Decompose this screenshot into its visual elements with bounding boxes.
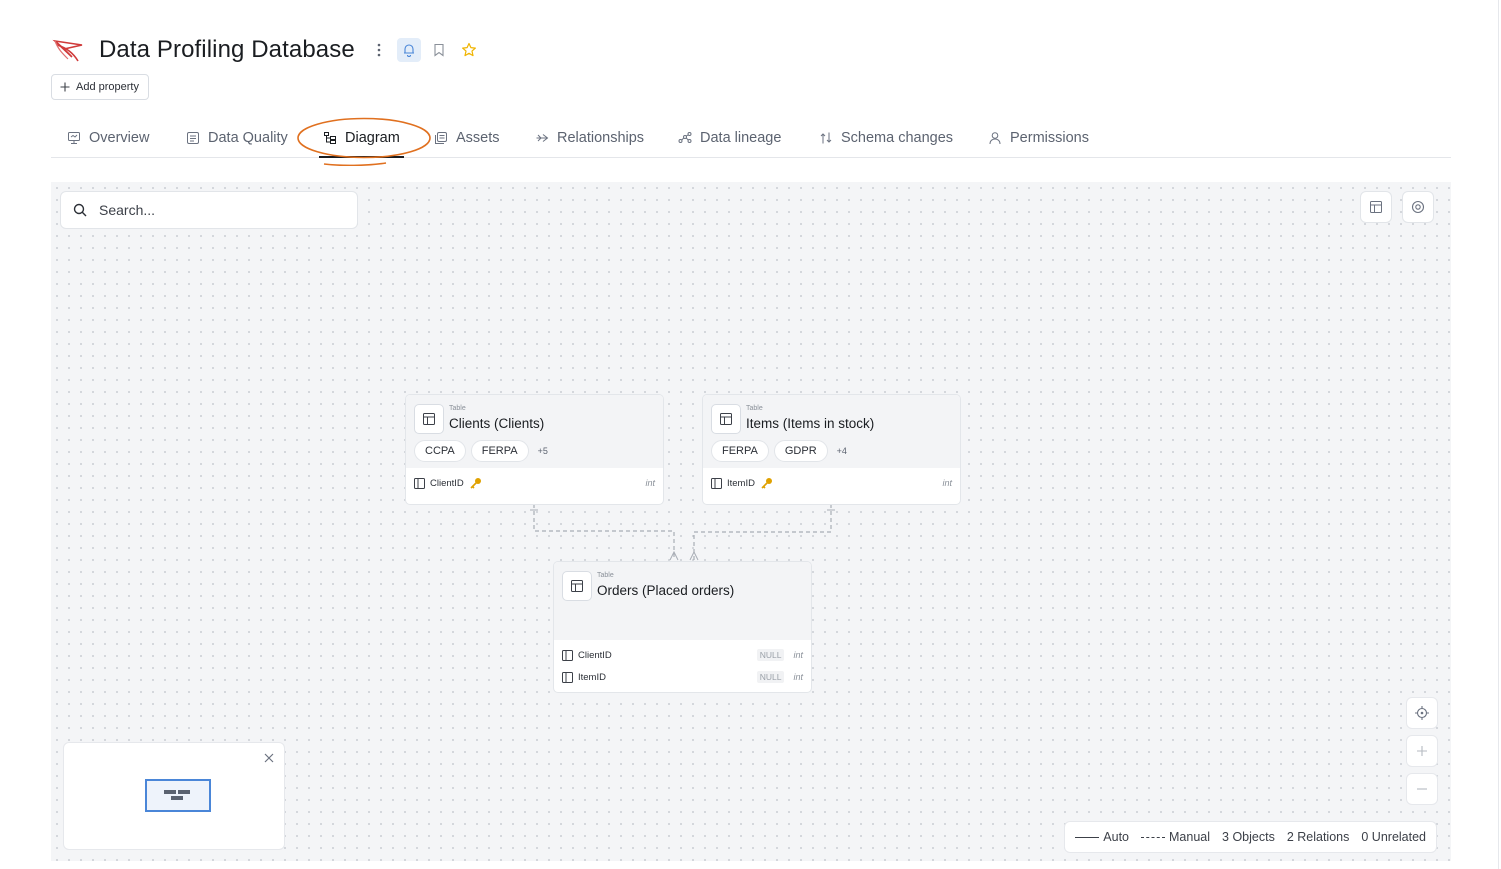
column-type: int <box>942 478 952 488</box>
tab-label: Schema changes <box>841 130 954 146</box>
card-title: Items (Items in stock) <box>746 416 875 431</box>
card-kind: Table <box>746 405 763 412</box>
card-kind: Table <box>449 405 466 412</box>
table-icon <box>711 404 741 434</box>
tab-bar: Overview Data Quality Diagram Assets Rel… <box>51 120 1451 158</box>
table-card-clients[interactable]: Table Clients (Clients) CCPA FERPA +5 Cl… <box>405 394 664 505</box>
tab-label: Data Quality <box>208 130 288 146</box>
tab-data-lineage[interactable]: Data lineage <box>678 120 781 156</box>
plus-icon <box>60 82 70 92</box>
column-row[interactable]: ClientID int <box>406 472 663 494</box>
legend-manual: Manual <box>1141 830 1210 844</box>
column-name: ItemID <box>727 477 755 489</box>
tab-label: Overview <box>89 130 150 146</box>
permissions-icon <box>989 132 1001 145</box>
assets-icon <box>435 132 447 144</box>
card-header: Table Clients (Clients) CCPA FERPA +5 <box>406 395 663 468</box>
plus-icon <box>1417 746 1427 756</box>
database-logo-icon <box>51 32 87 68</box>
fit-view-button[interactable] <box>1406 697 1438 729</box>
tag-list: CCPA FERPA +5 <box>414 440 655 468</box>
card-header: Table Items (Items in stock) FERPA GDPR … <box>703 395 960 468</box>
relationships-icon <box>536 134 549 142</box>
tag[interactable]: CCPA <box>414 440 466 462</box>
tab-data-quality[interactable]: Data Quality <box>186 120 288 156</box>
page-title: Data Profiling Database <box>99 36 355 63</box>
tag[interactable]: GDPR <box>773 440 828 462</box>
column-name: ItemID <box>578 671 606 683</box>
card-header: Table Orders (Placed orders) <box>554 562 811 640</box>
schema-changes-icon <box>820 132 832 144</box>
tab-label: Assets <box>456 130 500 146</box>
column-icon <box>414 477 425 489</box>
key-icon <box>761 477 772 489</box>
tab-diagram[interactable]: Diagram <box>319 120 404 158</box>
column-row[interactable]: ItemID int <box>703 472 960 494</box>
tab-label: Permissions <box>1010 130 1089 146</box>
page-header: Data Profiling Database <box>51 30 481 70</box>
tab-relationships[interactable]: Relationships <box>535 120 644 156</box>
relations-count: 2 Relations <box>1286 830 1350 844</box>
tag-list: FERPA GDPR +4 <box>711 440 952 468</box>
tag[interactable]: FERPA <box>470 440 529 462</box>
null-badge: NULL <box>756 671 785 683</box>
more-tags-count[interactable]: +5 <box>538 446 548 456</box>
crosshair-icon <box>1415 706 1429 720</box>
diagram-legend: Auto Manual 3 Objects 2 Relations 0 Unre… <box>1064 821 1437 853</box>
column-icon <box>562 649 573 661</box>
column-row[interactable]: ClientID NULL int <box>554 644 811 666</box>
tab-permissions[interactable]: Permissions <box>988 120 1089 156</box>
card-kind: Table <box>597 572 614 579</box>
more-tags-count[interactable]: +4 <box>837 446 847 456</box>
diagram-icon <box>324 132 336 144</box>
column-type: int <box>645 478 655 488</box>
data-quality-icon <box>187 132 199 144</box>
column-type: int <box>793 650 803 660</box>
tab-overview[interactable]: Overview <box>67 120 149 156</box>
column-row[interactable]: ItemID NULL int <box>554 666 811 688</box>
diagram-canvas[interactable]: Table Clients (Clients) CCPA FERPA +5 Cl… <box>51 182 1451 861</box>
tab-label: Diagram <box>345 130 400 146</box>
zoom-out-button[interactable] <box>1406 773 1438 805</box>
tab-schema-changes[interactable]: Schema changes <box>819 120 953 156</box>
minus-icon <box>1417 788 1427 790</box>
table-icon <box>562 571 592 601</box>
bookmark-icon[interactable] <box>427 38 451 62</box>
star-icon[interactable] <box>457 38 481 62</box>
column-icon <box>711 477 722 489</box>
tab-label: Data lineage <box>700 130 782 146</box>
key-icon <box>470 477 481 489</box>
legend-auto: Auto <box>1075 830 1129 844</box>
tab-label: Relationships <box>557 130 645 146</box>
objects-count: 3 Objects <box>1222 830 1275 844</box>
card-title: Orders (Placed orders) <box>597 583 735 598</box>
tab-assets[interactable]: Assets <box>434 120 500 156</box>
table-icon <box>414 404 444 434</box>
close-icon[interactable] <box>262 751 276 765</box>
column-icon <box>562 671 573 683</box>
add-property-button[interactable]: Add property <box>51 74 149 100</box>
page: Data Profiling Database Add property Ove… <box>0 0 1501 869</box>
minimap-viewport[interactable] <box>145 779 211 812</box>
more-menu-icon[interactable] <box>367 38 391 62</box>
lineage-icon <box>678 132 692 143</box>
zoom-in-button[interactable] <box>1406 735 1438 767</box>
add-property-label: Add property <box>76 81 139 93</box>
table-card-items[interactable]: Table Items (Items in stock) FERPA GDPR … <box>702 394 961 505</box>
card-title: Clients (Clients) <box>449 416 545 431</box>
bell-icon[interactable] <box>396 38 421 62</box>
column-type: int <box>793 672 803 682</box>
window-edge <box>1498 0 1499 869</box>
minimap[interactable] <box>63 742 285 850</box>
column-name: ClientID <box>578 649 612 661</box>
column-name: ClientID <box>430 477 464 489</box>
overview-icon <box>68 132 80 144</box>
tag[interactable]: FERPA <box>711 440 769 462</box>
null-badge: NULL <box>756 649 785 661</box>
unrelated-count: 0 Unrelated <box>1361 830 1426 844</box>
table-card-orders[interactable]: Table Orders (Placed orders) ClientID NU… <box>553 561 812 693</box>
